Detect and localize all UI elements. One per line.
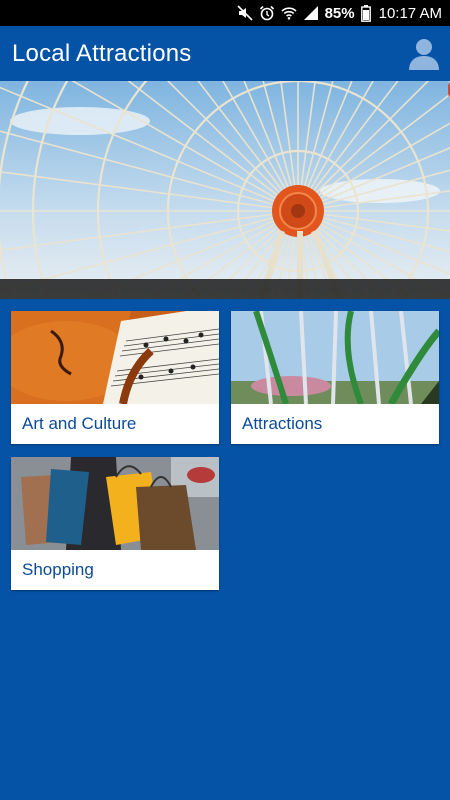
attractions-image xyxy=(231,311,439,404)
tile-label: Shopping xyxy=(22,560,94,579)
category-tile-attractions[interactable]: Attractions xyxy=(231,311,439,444)
page-title: Local Attractions xyxy=(12,39,192,67)
ferris-wheel-image xyxy=(0,81,450,299)
signal-icon xyxy=(303,6,318,20)
shopping-image xyxy=(11,457,219,550)
battery-percent: 85% xyxy=(324,4,355,22)
clock: 10:17 AM xyxy=(378,4,442,22)
category-tile-art-and-culture[interactable]: Art and Culture xyxy=(11,311,219,444)
status-bar: 85% 10:17 AM xyxy=(0,0,450,26)
tile-label: Art and Culture xyxy=(22,414,137,433)
person-icon xyxy=(409,39,439,70)
profile-button[interactable] xyxy=(407,36,441,70)
mute-icon xyxy=(237,5,253,21)
hero-banner xyxy=(0,81,450,299)
app-bar: Local Attractions xyxy=(0,26,450,81)
tile-label: Attractions xyxy=(242,414,323,433)
battery-icon xyxy=(360,4,371,22)
alarm-icon xyxy=(259,5,274,21)
category-tile-shopping[interactable]: Shopping xyxy=(11,457,219,590)
art-and-culture-image xyxy=(11,311,219,404)
wifi-icon xyxy=(281,7,297,20)
